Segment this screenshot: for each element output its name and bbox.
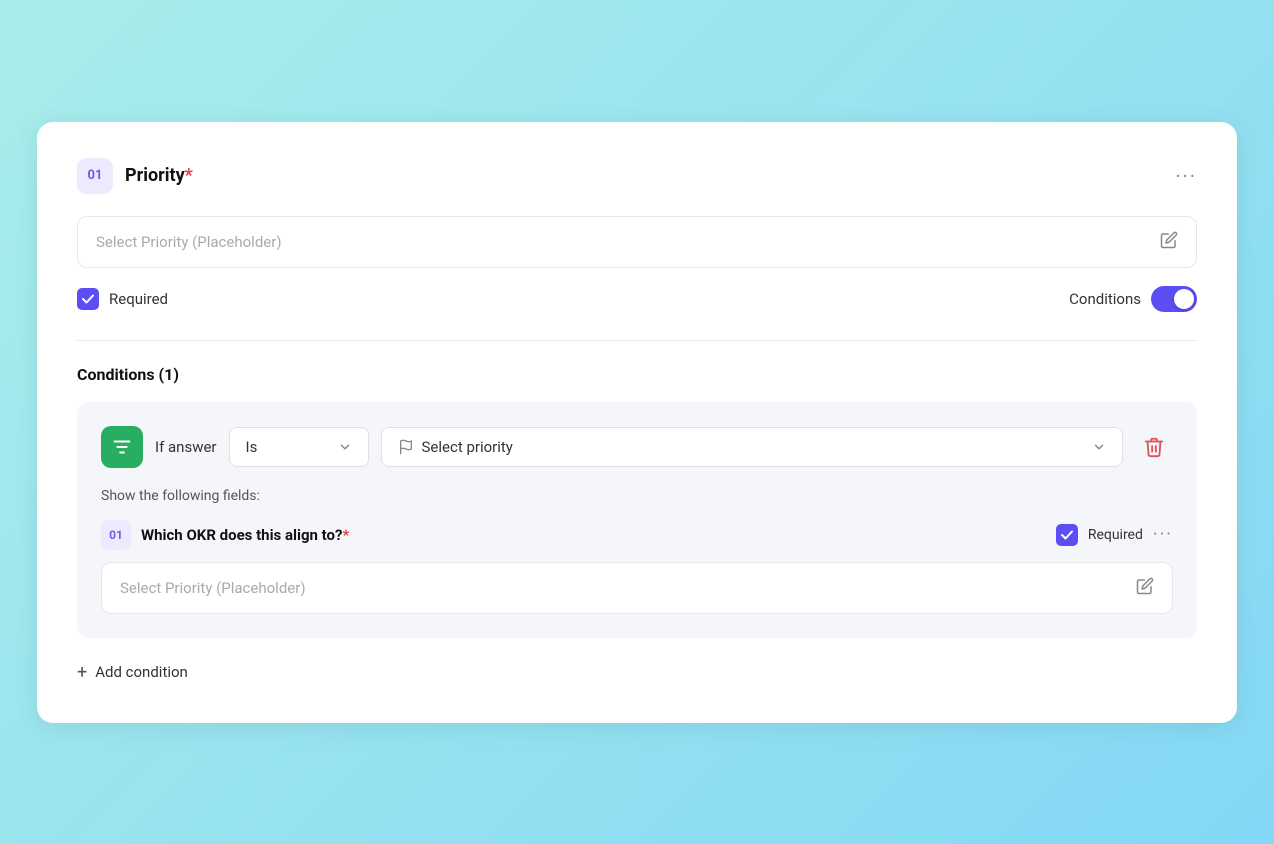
flag-icon	[398, 439, 414, 455]
field-header: 01 Priority* ···	[77, 158, 1197, 194]
nested-step-badge: 01	[101, 520, 131, 550]
placeholder-text: Select Priority (Placeholder)	[96, 233, 282, 251]
field-title: Priority*	[125, 165, 193, 186]
header-left: 01 Priority*	[77, 158, 193, 194]
conditions-label: Conditions	[1069, 290, 1141, 308]
divider	[77, 340, 1197, 341]
nested-field-right: Required ···	[1056, 524, 1173, 546]
nested-field-title: Which OKR does this align to?*	[141, 526, 349, 544]
conditions-toggle[interactable]	[1151, 286, 1197, 312]
chevron-down-icon	[338, 440, 352, 454]
nested-field-left: 01 Which OKR does this align to?*	[101, 520, 349, 550]
main-card: 01 Priority* ··· Select Priority (Placeh…	[37, 122, 1237, 723]
field-title-text: Priority	[125, 165, 185, 186]
show-fields-label: Show the following fields:	[101, 488, 1173, 504]
more-options-button[interactable]: ···	[1175, 164, 1197, 188]
priority-dropdown[interactable]: Select priority	[381, 427, 1123, 467]
nested-more-options-button[interactable]: ···	[1153, 524, 1173, 545]
required-left: Required	[77, 288, 168, 310]
is-dropdown[interactable]: Is	[229, 427, 369, 467]
required-label: Required	[109, 290, 168, 308]
nested-field-title-text: Which OKR does this align to?	[141, 526, 342, 544]
nested-field-row: 01 Which OKR does this align to?* Requir…	[101, 520, 1173, 550]
edit-icon[interactable]	[1160, 231, 1178, 253]
add-condition-row[interactable]: + Add condition	[77, 662, 1197, 683]
nested-required-star: *	[342, 526, 349, 544]
conditions-toggle-row: Conditions	[1069, 286, 1197, 312]
step-badge: 01	[77, 158, 113, 194]
plus-icon: +	[77, 662, 87, 683]
add-condition-label: Add condition	[95, 663, 188, 681]
priority-dropdown-placeholder: Select priority	[422, 438, 513, 456]
conditions-box: If answer Is Select priority	[77, 402, 1197, 638]
required-row: Required Conditions	[77, 286, 1197, 312]
nested-placeholder-text: Select Priority (Placeholder)	[120, 579, 306, 597]
filter-icon-box	[101, 426, 143, 468]
condition-row: If answer Is Select priority	[101, 426, 1173, 468]
nested-placeholder-input[interactable]: Select Priority (Placeholder)	[101, 562, 1173, 614]
placeholder-input-field[interactable]: Select Priority (Placeholder)	[77, 216, 1197, 268]
required-star: *	[185, 165, 193, 186]
nested-required-label: Required	[1088, 527, 1143, 543]
trash-icon	[1143, 436, 1165, 458]
chevron-down-icon-2	[1092, 440, 1106, 454]
if-answer-label: If answer	[155, 438, 217, 456]
nested-required-checkbox[interactable]	[1056, 524, 1078, 546]
nested-edit-icon[interactable]	[1136, 577, 1154, 599]
delete-condition-button[interactable]	[1135, 428, 1173, 466]
required-checkbox[interactable]	[77, 288, 99, 310]
is-dropdown-value: Is	[246, 438, 258, 456]
conditions-title: Conditions (1)	[77, 365, 1197, 384]
